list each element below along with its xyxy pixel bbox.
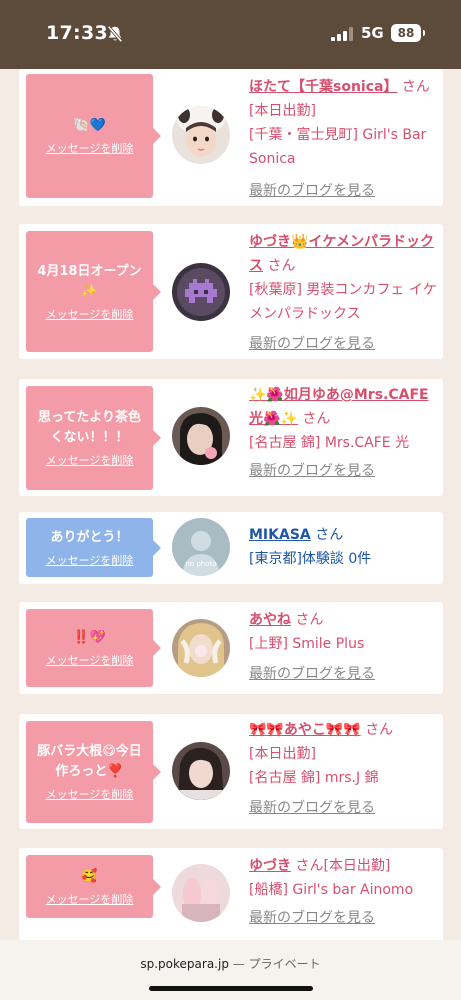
home-indicator[interactable]	[149, 986, 313, 991]
honorific: さん	[401, 79, 430, 95]
status-time: 17:33	[46, 22, 108, 44]
signal-icon	[331, 27, 353, 41]
status-bar: 17:33 5G 88	[0, 0, 461, 69]
message-card: ‼️💖 メッセージを削除 あやね さん [上野] Smile Plus 最新のブ…	[19, 602, 443, 694]
delete-message-link[interactable]: メッセージを削除	[46, 452, 134, 468]
info-line: [秋葉原] 男装コンカフェ イケメンパラドックス	[249, 282, 437, 322]
info-line: [船橋] Girl's bar Ainomo	[249, 882, 414, 898]
honorific: さん	[267, 258, 296, 274]
info-line: [名古屋 錦] Mrs.CAFE 光	[249, 435, 410, 451]
message-bubble: 🐚💙 メッセージを削除	[26, 74, 161, 198]
avatar[interactable]	[172, 742, 230, 800]
message-bubble: ありがとう！ メッセージを削除	[26, 518, 161, 577]
girl-info: ほたて【千葉sonica】 さん [本日出勤] [千葉・富士見町] Girl's…	[249, 75, 439, 203]
avatar[interactable]	[172, 407, 230, 465]
info-line: [本日出勤]	[249, 103, 316, 119]
message-bubble: 🥰 メッセージを削除	[26, 855, 161, 918]
honorific: さん	[295, 858, 324, 874]
latest-blog-link[interactable]: 最新のブログを見る	[249, 183, 375, 199]
message-card: 4月18日オープン✨ メッセージを削除 ゆづき👑イケメンパラドックス さん [秋…	[19, 224, 443, 359]
delete-message-link[interactable]: メッセージを削除	[46, 652, 134, 668]
message-card: 🐚💙 メッセージを削除 ほたて【千葉sonica】 さん [本日出勤] [千葉・…	[19, 69, 443, 206]
bell-slash-icon	[107, 25, 123, 43]
honorific: さん	[302, 411, 331, 427]
message-card: 豚バラ大根😋今日作ろっと❣️ メッセージを削除 🎀🎀あやこ🎀🎀 さん [本日出勤…	[19, 714, 443, 829]
info-line: [上野] Smile Plus	[249, 636, 365, 652]
message-feed[interactable]: 🐚💙 メッセージを削除 ほたて【千葉sonica】 さん [本日出勤] [千葉・…	[0, 69, 461, 940]
info-line: [千葉・富士見町] Girl's Bar Sonica	[249, 127, 427, 167]
avatar[interactable]	[172, 106, 230, 164]
info-line: [名古屋 錦] mrs.J 錦	[249, 770, 379, 786]
avatar[interactable]: no photo	[172, 518, 230, 576]
honorific: さん	[295, 612, 324, 628]
girl-info: MIKASA さん [東京都]体験談 0件	[249, 523, 439, 571]
svg-text:no photo: no photo	[185, 560, 216, 568]
delete-message-link[interactable]: メッセージを削除	[46, 786, 134, 802]
browser-address-bar[interactable]: sp.pokepara.jp — プライベート	[0, 940, 461, 1000]
honorific: さん	[315, 527, 344, 543]
delete-message-link[interactable]: メッセージを削除	[46, 140, 134, 156]
delete-message-link[interactable]: メッセージを削除	[46, 891, 134, 907]
delete-message-link[interactable]: メッセージを削除	[46, 552, 134, 568]
message-text: ありがとう！	[50, 529, 129, 545]
message-text: ‼️💖	[73, 630, 106, 645]
info-line: [東京都]体験談 0件	[249, 551, 372, 567]
delete-message-link[interactable]: メッセージを削除	[46, 306, 134, 322]
latest-blog-link[interactable]: 最新のブログを見る	[249, 910, 375, 926]
domain-text: sp.pokepara.jp	[140, 957, 229, 971]
girl-info: ゆづき さん[本日出勤] [船橋] Girl's bar Ainomo 最新のブ…	[249, 854, 439, 930]
avatar[interactable]	[172, 864, 230, 922]
latest-blog-link[interactable]: 最新のブログを見る	[249, 800, 375, 816]
girl-name-link[interactable]: あやね	[249, 612, 291, 628]
separator: —	[232, 957, 245, 971]
avatar[interactable]	[172, 263, 230, 321]
message-bubble: 豚バラ大根😋今日作ろっと❣️ メッセージを削除	[26, 721, 161, 823]
message-card: ありがとう！ メッセージを削除 no photo MIKASA さん [東京都]…	[19, 512, 443, 584]
network-type: 5G	[361, 24, 384, 42]
girl-name-link[interactable]: ほたて【千葉sonica】	[249, 79, 397, 95]
girl-info: ゆづき👑イケメンパラドックス さん [秋葉原] 男装コンカフェ イケメンパラドッ…	[249, 230, 439, 356]
latest-blog-link[interactable]: 最新のブログを見る	[249, 666, 375, 682]
message-bubble: 思ってたより茶色くない！！！ メッセージを削除	[26, 386, 161, 490]
message-bubble: 4月18日オープン✨ メッセージを削除	[26, 231, 161, 352]
latest-blog-link[interactable]: 最新のブログを見る	[249, 463, 375, 479]
message-text: 🐚💙	[73, 118, 106, 133]
info-line: [本日出勤]	[323, 858, 391, 874]
battery-icon: 88	[391, 24, 425, 42]
girl-info: あやね さん [上野] Smile Plus 最新のブログを見る	[249, 608, 439, 686]
message-text: 豚バラ大根😋今日作ろっと❣️	[37, 744, 142, 779]
honorific: さん	[365, 722, 394, 738]
girl-info: ✨🌺如月ゆあ@Mrs.CAFE光🌺✨ さん [名古屋 錦] Mrs.CAFE 光…	[249, 383, 439, 483]
message-bubble: ‼️💖 メッセージを削除	[26, 609, 161, 687]
avatar[interactable]	[172, 619, 230, 677]
message-text: 思ってたより茶色くない！！！	[37, 410, 142, 445]
girl-name-link[interactable]: ゆづき	[249, 858, 291, 874]
girl-name-link[interactable]: ✨🌺如月ゆあ@Mrs.CAFE光🌺✨	[249, 387, 429, 427]
message-card: 🥰 メッセージを削除 ゆづき さん[本日出勤] [船橋] Girl's bar …	[19, 848, 443, 940]
info-line: [本日出勤]	[249, 746, 316, 762]
url-display[interactable]: sp.pokepara.jp — プライベート	[0, 955, 461, 972]
message-text: 4月18日オープン✨	[37, 263, 142, 299]
browsing-mode: プライベート	[248, 957, 321, 971]
latest-blog-link[interactable]: 最新のブログを見る	[249, 336, 375, 352]
girl-name-link[interactable]: 🎀🎀あやこ🎀🎀	[249, 722, 361, 738]
girl-name-link[interactable]: MIKASA	[249, 527, 311, 543]
message-text: 🥰	[81, 868, 98, 884]
message-card: 思ってたより茶色くない！！！ メッセージを削除 ✨🌺如月ゆあ@Mrs.CAFE光…	[19, 379, 443, 496]
girl-info: 🎀🎀あやこ🎀🎀 さん [本日出勤] [名古屋 錦] mrs.J 錦 最新のブログ…	[249, 718, 439, 820]
